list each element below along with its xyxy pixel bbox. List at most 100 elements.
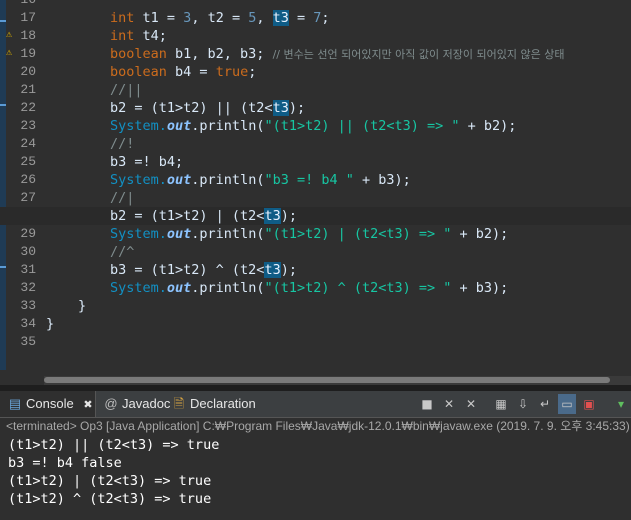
- tab-label: Javadoc: [122, 396, 171, 411]
- code-text: .println(: [191, 118, 265, 134]
- static-field: out: [166, 118, 192, 134]
- tab-label: Console: [26, 396, 74, 411]
- line-number: 34: [20, 316, 36, 331]
- console-status: <terminated> Op3 [Java Application] C:₩P…: [6, 419, 630, 433]
- code-line-17[interactable]: int t1 = 3, t2 = 5, t3 = 7;: [110, 9, 330, 27]
- code-line-19[interactable]: boolean b1, b2, b3; // 변수는 선언 되어있지만 아직 값…: [110, 45, 564, 64]
- code-editor[interactable]: 16 17 18 19 20 21 22 23 24 25 26 27 28 2…: [0, 0, 631, 385]
- code-text: );: [280, 262, 297, 278]
- scroll-lock-icon[interactable]: ⇩: [514, 394, 532, 414]
- code-line-34[interactable]: }: [46, 315, 54, 333]
- comment: // 변수는 선언 되어있지만 아직 값이 저장이 되어있지 않은 상태: [272, 48, 565, 61]
- string-literal: "(t1>t2) | (t2<t3) => ": [264, 226, 452, 242]
- code-line-29[interactable]: System.out.println("(t1>t2) | (t2<t3) =>…: [110, 225, 508, 243]
- code-text: + b3);: [353, 172, 411, 188]
- line-number: 24: [20, 136, 36, 151]
- static-field: out: [166, 226, 192, 242]
- declaration-icon: 🗎: [173, 396, 185, 411]
- pin-console-icon[interactable]: ▭: [558, 394, 576, 414]
- line-number: 20: [20, 64, 36, 79]
- horizontal-scrollbar[interactable]: [44, 376, 631, 385]
- line-number: 31: [20, 262, 36, 277]
- code-line-28[interactable]: b2 = (t1>t2) | (t2<t3);: [110, 207, 297, 225]
- code-line-24[interactable]: //!: [110, 135, 134, 153]
- console-output-line: (t1>t2) || (t2<t3) => true: [8, 437, 220, 453]
- line-number: 22: [20, 100, 36, 115]
- code-line-25[interactable]: b3 =! b4;: [110, 153, 183, 171]
- code-line-30[interactable]: //^: [110, 243, 134, 261]
- class-name: System.: [110, 172, 167, 188]
- class-name: System.: [110, 280, 167, 296]
- display-console-icon[interactable]: ▣: [580, 394, 598, 414]
- static-field: out: [166, 172, 192, 188]
- code-line-18[interactable]: int t4;: [110, 27, 167, 45]
- string-literal: "b3 =! b4 ": [264, 172, 354, 188]
- code-line-20[interactable]: boolean b4 = true;: [110, 63, 256, 81]
- occurrence-highlight: t3: [272, 100, 289, 116]
- line-number: 25: [20, 154, 36, 169]
- terminate-icon[interactable]: ■: [418, 394, 436, 414]
- remove-all-icon[interactable]: ✕: [462, 394, 480, 414]
- code-text: ;: [248, 64, 257, 80]
- close-icon[interactable]: ✖: [83, 399, 92, 411]
- line-number: 27: [20, 190, 36, 205]
- class-name: System.: [110, 118, 167, 134]
- tab-label: Declaration: [190, 396, 256, 411]
- tab-console[interactable]: ▤ Console ✖: [0, 391, 96, 417]
- remove-launch-icon[interactable]: ✕: [440, 394, 458, 414]
- occurrence-highlight: t3: [264, 208, 281, 224]
- code-text: t4;: [134, 28, 167, 44]
- console-output-line: b3 =! b4 false: [8, 455, 122, 471]
- class-name: System.: [110, 226, 167, 242]
- console-panel: ▤ Console ✖ @ Javadoc 🗎 Declaration ■ ✕ ✕ ▦…: [0, 391, 631, 520]
- word-wrap-icon[interactable]: ↵: [536, 394, 554, 414]
- keyword: boolean: [110, 46, 167, 62]
- scrollbar-thumb[interactable]: [44, 377, 610, 383]
- occurrence-highlight: t3: [264, 262, 281, 278]
- code-text: b1, b2, b3;: [166, 46, 273, 62]
- line-number: 35: [20, 334, 36, 349]
- code-line-27[interactable]: //|: [110, 189, 134, 207]
- keyword: int: [110, 10, 135, 26]
- code-line-22[interactable]: b2 = (t1>t2) || (t2<t3);: [110, 99, 305, 117]
- code-line-21[interactable]: //||: [110, 81, 143, 99]
- keyword: boolean: [110, 64, 167, 80]
- tab-declaration[interactable]: 🗎 Declaration: [172, 391, 256, 417]
- console-icon: ▤: [8, 396, 22, 411]
- current-line-highlight: [0, 207, 631, 225]
- string-literal: "(t1>t2) ^ (t2<t3) => ": [264, 280, 452, 296]
- static-field: out: [166, 280, 192, 296]
- code-line-31[interactable]: b3 = (t1>t2) ^ (t2<t3);: [110, 261, 297, 279]
- keyword: true: [215, 64, 249, 80]
- code-text: b4 =: [166, 64, 216, 80]
- javadoc-icon: @: [104, 396, 118, 411]
- line-number: 32: [20, 280, 36, 295]
- code-text: , t2 =: [191, 10, 249, 26]
- code-line-32[interactable]: System.out.println("(t1>t2) ^ (t2<t3) =>…: [110, 279, 508, 297]
- line-number: 30: [20, 244, 36, 259]
- code-text: .println(: [191, 226, 265, 242]
- tab-javadoc[interactable]: @ Javadoc: [104, 391, 170, 417]
- code-text: + b2);: [451, 226, 509, 242]
- clear-console-icon[interactable]: ▦: [492, 394, 510, 414]
- open-console-icon[interactable]: ▾: [612, 394, 630, 414]
- warning-icon[interactable]: ⚠: [6, 29, 18, 41]
- code-line-23[interactable]: System.out.println("(t1>t2) || (t2<t3) =…: [110, 117, 516, 135]
- console-output-line: (t1>t2) ^ (t2<t3) => true: [8, 491, 212, 507]
- console-output-line: (t1>t2) | (t2<t3) => true: [8, 473, 212, 489]
- line-number: 33: [20, 298, 36, 313]
- code-text: ,: [256, 10, 273, 26]
- code-text: .println(: [191, 172, 265, 188]
- view-tab-bar: ▤ Console ✖ @ Javadoc 🗎 Declaration ■ ✕ ✕ ▦…: [0, 391, 631, 418]
- line-number: 26: [20, 172, 36, 187]
- code-text: b2 = (t1>t2) || (t2<: [110, 100, 273, 116]
- code-text: .println(: [191, 280, 265, 296]
- code-line-33[interactable]: }: [78, 297, 86, 315]
- code-text: );: [280, 208, 297, 224]
- code-line-26[interactable]: System.out.println("b3 =! b4 " + b3);: [110, 171, 411, 189]
- line-number: 21: [20, 82, 36, 97]
- code-text: );: [288, 100, 306, 116]
- code-text: b3 = (t1>t2) ^ (t2<: [110, 262, 265, 278]
- code-text: + b2);: [459, 118, 517, 134]
- warning-icon[interactable]: ⚠: [6, 47, 18, 59]
